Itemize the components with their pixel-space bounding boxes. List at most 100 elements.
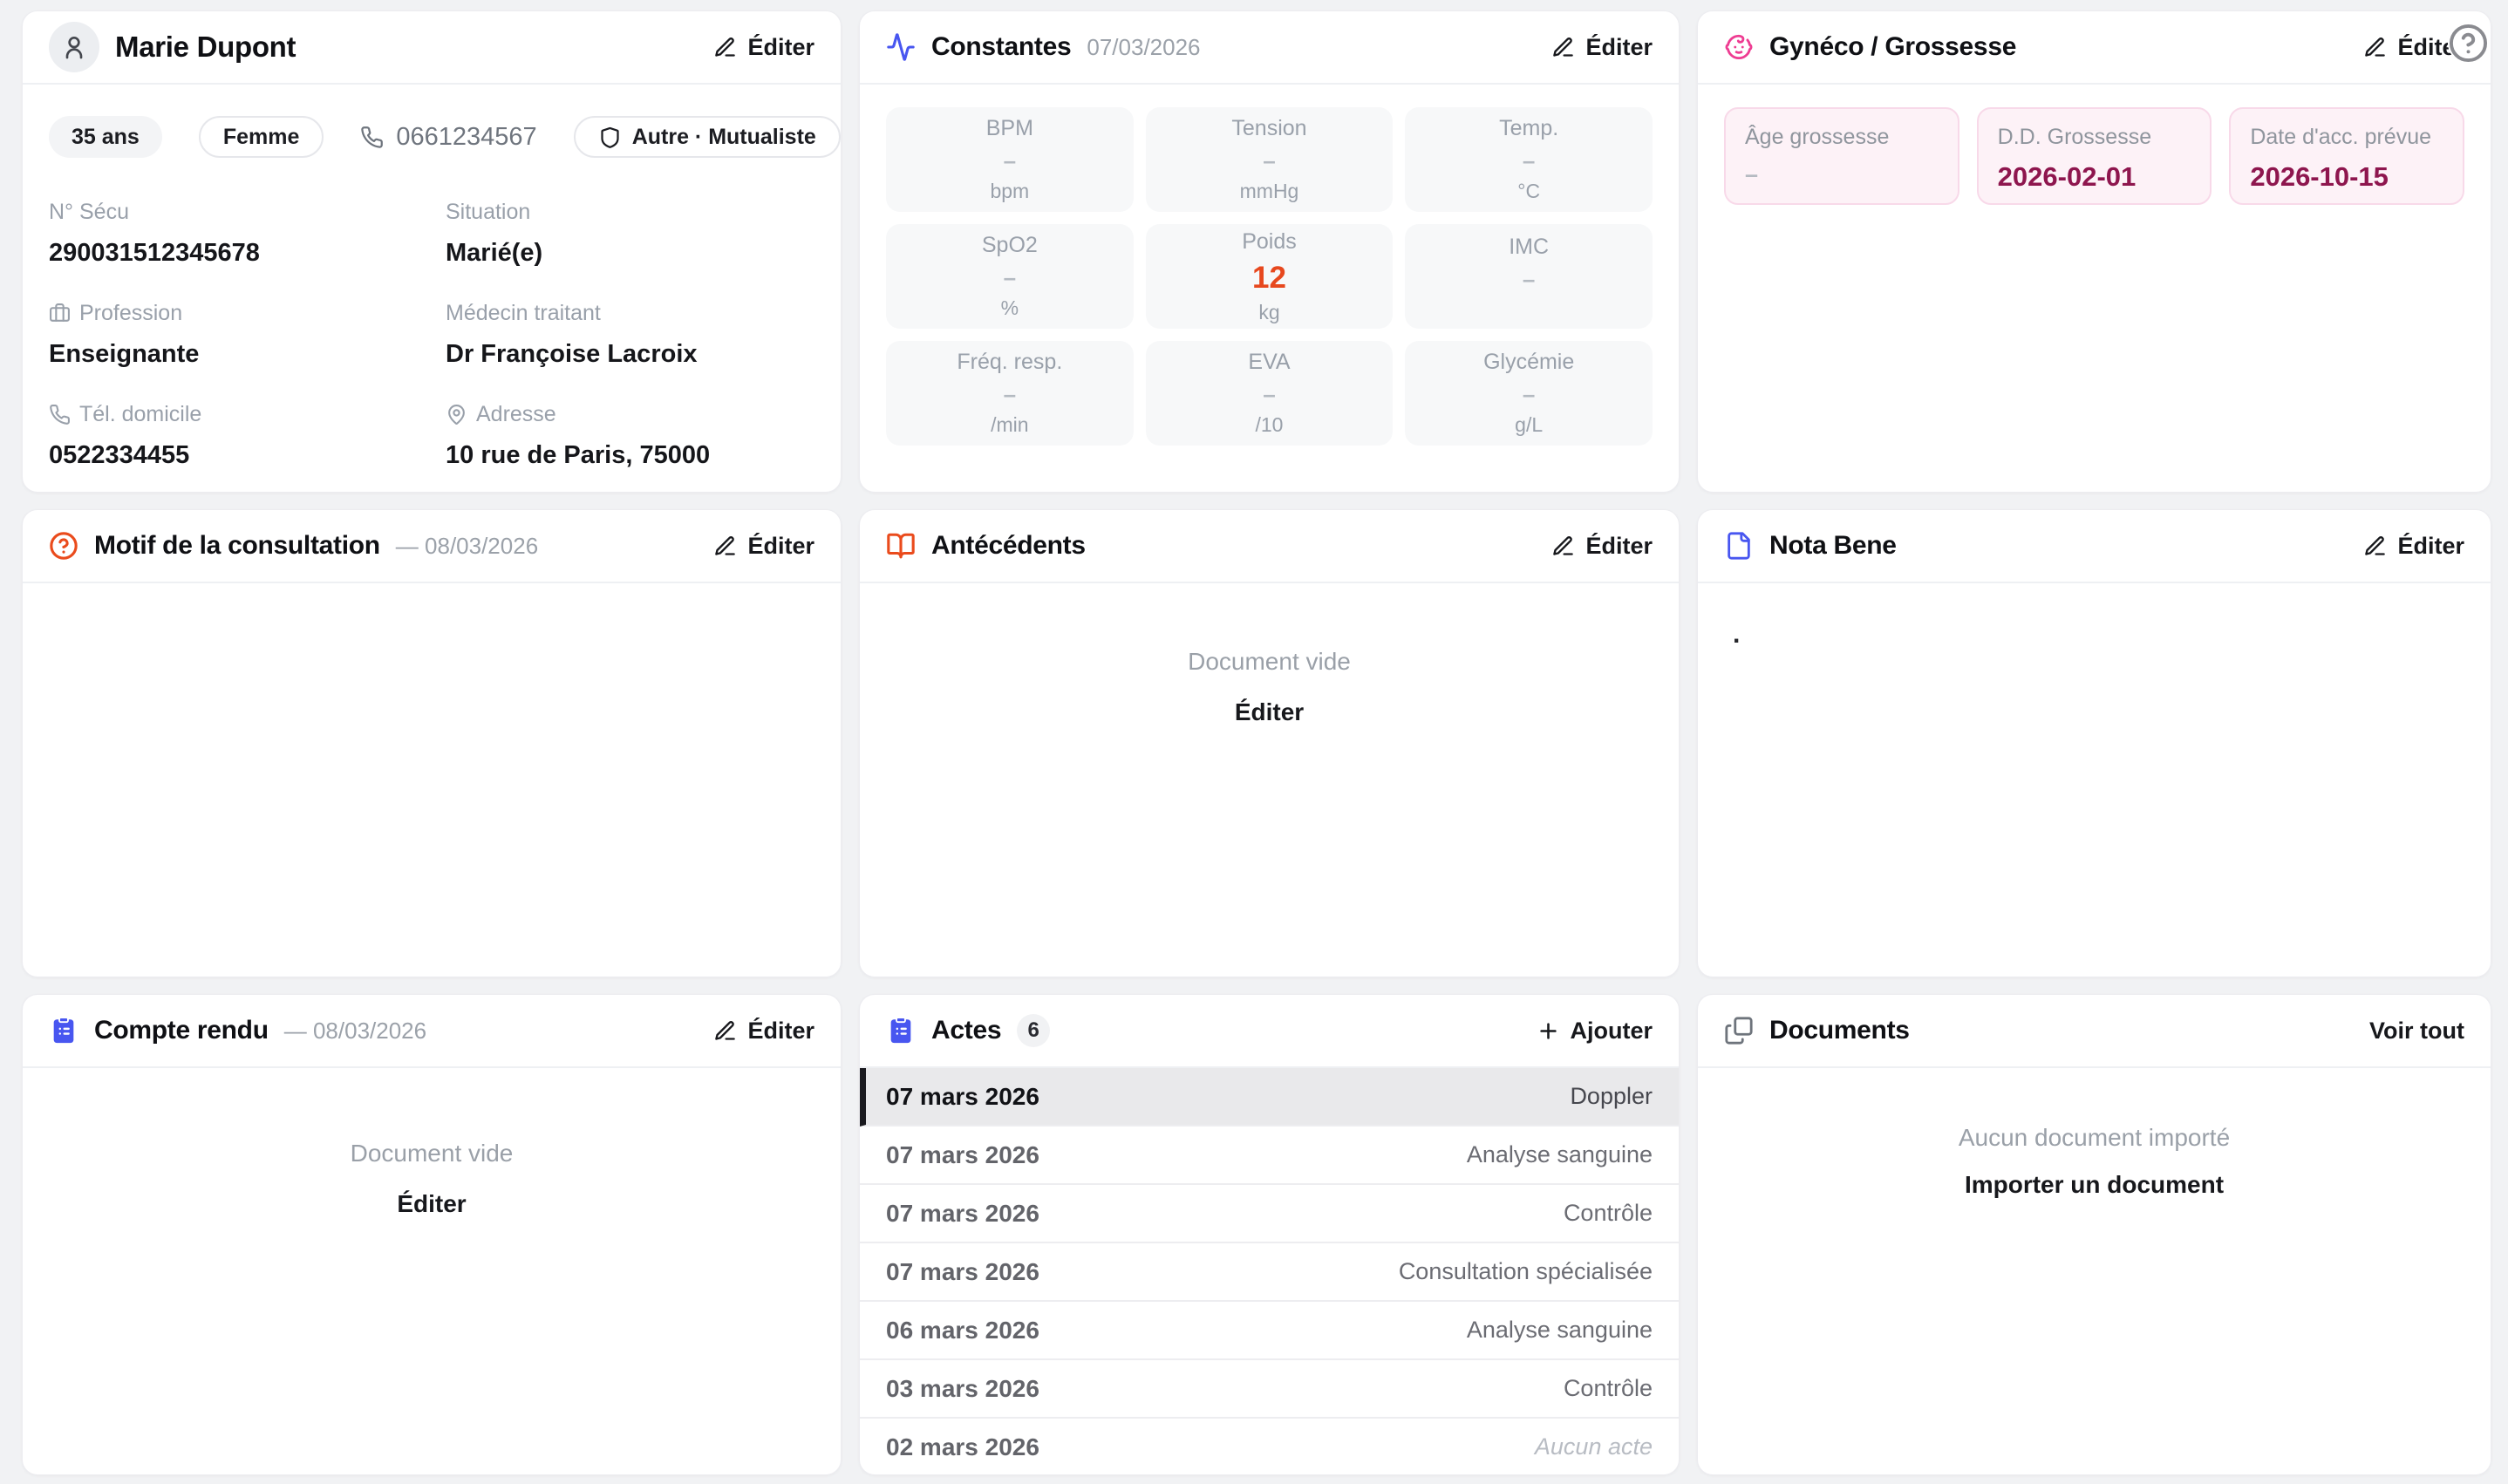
actes-title: Actes [931, 1016, 1001, 1045]
field-medecin-traitant: Médecin traitant Dr Françoise Lacroix [446, 301, 814, 369]
documents-card-header: Documents Voir tout [1698, 995, 2491, 1068]
gyneco-body: Âge grossesse – D.D. Grossesse 2026-02-0… [1698, 85, 2491, 228]
antecedents-empty-state: Document vide Éditer [860, 583, 1679, 726]
actes-count-badge: 6 [1017, 1014, 1050, 1047]
patient-badges: 35 ans Femme 0661234567 Autre · Mutualis… [49, 116, 814, 158]
gyneco-tile-date-acc: Date d'acc. prévue 2026-10-15 [2229, 107, 2464, 205]
field-situation: Situation Marié(e) [446, 200, 814, 268]
dashboard-grid: Marie Dupont Éditer 35 ans Femme 0661234… [22, 10, 2491, 1475]
file-icon [1724, 531, 1754, 561]
field-adresse: Adresse 10 rue de Paris, 75000 [446, 402, 814, 470]
patient-fields: N° Sécu 290031512345678 Situation Marié(… [49, 200, 814, 470]
book-open-icon [886, 531, 916, 561]
phone-icon [49, 404, 71, 425]
patient-edit-button[interactable]: Éditer [713, 34, 814, 61]
help-button[interactable] [2448, 23, 2489, 64]
antecedents-card-header: Antécédents Éditer [860, 510, 1679, 583]
poids-value: 12 [1252, 262, 1286, 293]
vital-tile-freq-resp: Fréq. resp. – /min [886, 341, 1134, 446]
documents-card: Documents Voir tout Aucun document impor… [1697, 994, 2491, 1475]
antecedents-title: Antécédents [931, 531, 1086, 561]
patient-card: Marie Dupont Éditer 35 ans Femme 0661234… [22, 10, 842, 493]
vital-tile-bpm: BPM – bpm [886, 107, 1134, 212]
antecedents-card: Antécédents Éditer Document vide Éditer [859, 509, 1680, 977]
pen-icon [2363, 36, 2387, 59]
acte-row[interactable]: 03 mars 2026 Contrôle [860, 1360, 1679, 1419]
patient-name: Marie Dupont [115, 31, 296, 64]
briefcase-icon [49, 303, 71, 324]
compte-rendu-card: Compte rendu — 08/03/2026 Éditer Documen… [22, 994, 842, 1475]
user-icon [60, 33, 88, 61]
constantes-tiles: BPM – bpm Tension – mmHg Temp. – °C SpO2… [886, 107, 1653, 446]
gyneco-tiles: Âge grossesse – D.D. Grossesse 2026-02-0… [1724, 107, 2464, 205]
pen-icon [713, 1019, 737, 1043]
motif-card: Motif de la consultation — 08/03/2026 Éd… [22, 509, 842, 977]
compte-rendu-empty-edit-link[interactable]: Éditer [397, 1190, 466, 1218]
empty-document-text: Document vide [351, 1140, 514, 1167]
actes-add-button[interactable]: Ajouter [1537, 1018, 1653, 1045]
actes-list: 07 mars 2026 Doppler 07 mars 2026 Analys… [860, 1068, 1679, 1475]
acte-row[interactable]: 07 mars 2026 Analyse sanguine [860, 1127, 1679, 1185]
motif-edit-button[interactable]: Éditer [713, 533, 814, 560]
phone-icon [360, 126, 384, 149]
vital-tile-tension: Tension – mmHg [1146, 107, 1394, 212]
activity-icon [886, 32, 916, 62]
antecedents-edit-button[interactable]: Éditer [1551, 533, 1653, 560]
gyneco-card-header: Gynéco / Grossesse Éditer [1698, 11, 2491, 85]
constantes-edit-button[interactable]: Éditer [1551, 34, 1653, 61]
patient-card-body: 35 ans Femme 0661234567 Autre · Mutualis… [23, 85, 841, 491]
vital-tile-imc: IMC – [1405, 224, 1653, 329]
constantes-title: Constantes [931, 32, 1071, 62]
pen-icon [1551, 534, 1575, 558]
gyneco-tile-age-grossesse: Âge grossesse – [1724, 107, 1959, 205]
pen-icon [713, 36, 737, 59]
insurance-badge: Autre · Mutualiste [574, 116, 841, 158]
acte-row[interactable]: 07 mars 2026 Doppler [860, 1068, 1679, 1127]
acte-row[interactable]: 07 mars 2026 Consultation spécialisée [860, 1243, 1679, 1302]
import-document-link[interactable]: Importer un document [1965, 1171, 2224, 1199]
pen-icon [713, 534, 737, 558]
acte-row[interactable]: 06 mars 2026 Analyse sanguine [860, 1302, 1679, 1360]
vital-tile-temp: Temp. – °C [1405, 107, 1653, 212]
field-profession: Profession Enseignante [49, 301, 446, 369]
field-num-secu: N° Sécu 290031512345678 [49, 200, 446, 268]
motif-card-header: Motif de la consultation — 08/03/2026 Éd… [23, 510, 841, 583]
compte-rendu-empty-state: Document vide Éditer [23, 1068, 841, 1218]
nota-bene-title: Nota Bene [1769, 531, 1897, 561]
vital-tile-spo2: SpO2 – % [886, 224, 1134, 329]
avatar [49, 22, 99, 72]
gyneco-title: Gynéco / Grossesse [1769, 32, 2016, 62]
constantes-card-header: Constantes 07/03/2026 Éditer [860, 11, 1679, 85]
documents-view-all-link[interactable]: Voir tout [2369, 1018, 2464, 1045]
map-pin-icon [446, 404, 467, 425]
actes-card-header: Actes 6 Ajouter [860, 995, 1679, 1068]
nota-bene-card-header: Nota Bene Éditer [1698, 510, 2491, 583]
patient-phone: 0661234567 [360, 123, 536, 152]
copy-icon [1724, 1016, 1754, 1045]
compte-rendu-card-header: Compte rendu — 08/03/2026 Éditer [23, 995, 841, 1068]
circle-question-icon [2448, 23, 2489, 64]
no-documents-text: Aucun document importé [1959, 1124, 2230, 1152]
acte-row-empty[interactable]: 02 mars 2026 Aucun acte [860, 1419, 1679, 1475]
documents-title: Documents [1769, 1016, 1910, 1045]
shield-icon [598, 126, 622, 149]
gyneco-tile-dd-grossesse: D.D. Grossesse 2026-02-01 [1977, 107, 2212, 205]
baby-icon [1724, 32, 1754, 62]
circle-help-icon [49, 531, 78, 561]
field-tel-domicile: Tél. domicile 0522334455 [49, 402, 446, 470]
motif-title: Motif de la consultation [94, 531, 380, 561]
nota-bene-edit-button[interactable]: Éditer [2363, 533, 2464, 560]
sex-badge: Femme [199, 116, 324, 158]
nota-bene-card: Nota Bene Éditer . [1697, 509, 2491, 977]
compte-rendu-edit-button[interactable]: Éditer [713, 1018, 814, 1045]
acte-row[interactable]: 07 mars 2026 Contrôle [860, 1185, 1679, 1243]
pen-icon [1551, 36, 1575, 59]
vital-tile-eva: EVA – /10 [1146, 341, 1394, 446]
antecedents-empty-edit-link[interactable]: Éditer [1235, 698, 1304, 726]
pen-icon [2363, 534, 2387, 558]
nota-bene-content: . [1698, 583, 2491, 650]
constantes-body: BPM – bpm Tension – mmHg Temp. – °C SpO2… [860, 85, 1679, 468]
vital-tile-poids: Poids 12 kg [1146, 224, 1394, 329]
clipboard-list-icon [886, 1016, 916, 1045]
gyneco-card: Gynéco / Grossesse Éditer Âge grossesse … [1697, 10, 2491, 493]
